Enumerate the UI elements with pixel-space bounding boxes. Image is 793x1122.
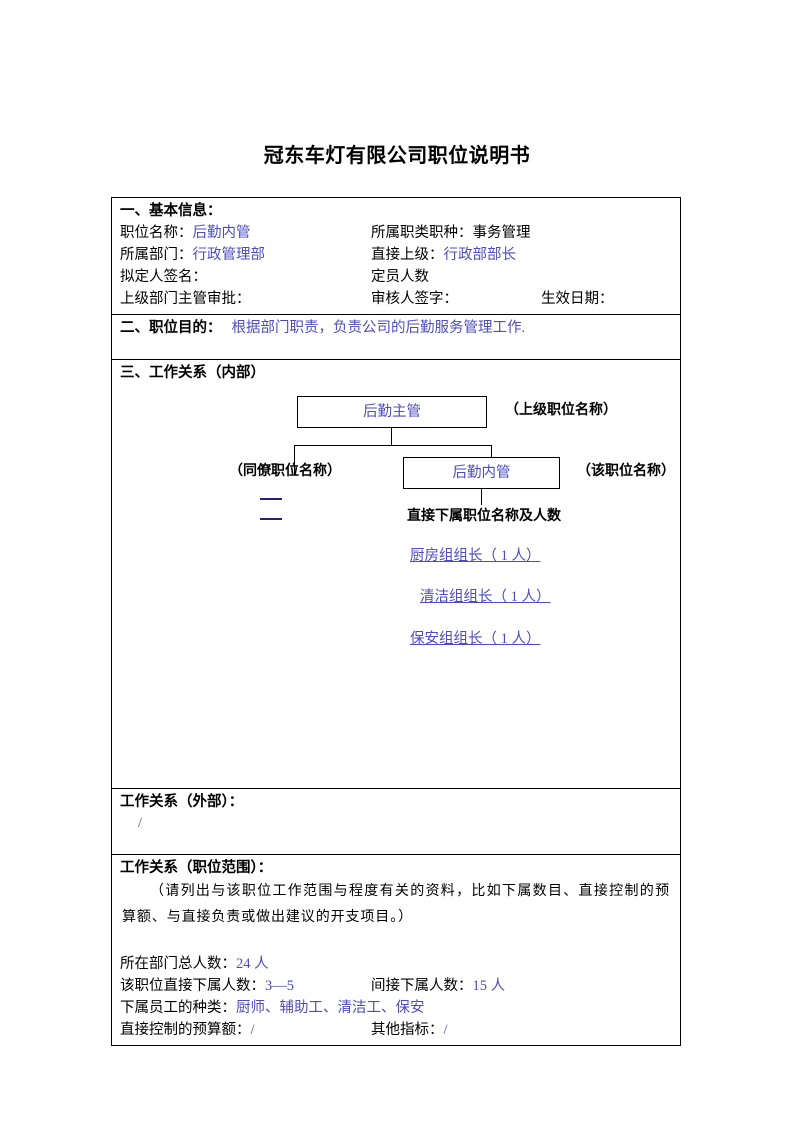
section-purpose-heading: 二、职位目的： xyxy=(120,320,222,336)
basic-info-row: 拟定人签名： 定员人数 xyxy=(120,266,672,288)
basic-cell-right xyxy=(541,222,672,244)
label-drafter-signature: 拟定人签名： xyxy=(120,269,207,285)
basic-cell-left: 上级部门主管审批： xyxy=(120,288,371,310)
section-internal-heading: 三、工作关系（内部） xyxy=(120,365,265,381)
purpose-spacer xyxy=(120,339,672,355)
section-scope-heading: 工作关系（职位范围）： xyxy=(120,860,273,876)
org-peer-placeholder-dash-1 xyxy=(260,498,282,500)
section-basic-info: 一、基本信息： 职位名称：后勤内管 所属职类职种：事务管理 所属部门：行政管理部… xyxy=(112,198,680,315)
label-controlled-budget: 直接控制的预算额： xyxy=(120,1022,251,1038)
external-spacer xyxy=(120,834,672,850)
scope-cell-right xyxy=(371,997,672,1019)
value-job-category: 事务管理 xyxy=(472,225,531,241)
value-controlled-budget: / xyxy=(250,1022,255,1038)
label-indirect-subordinates: 间接下属人数： xyxy=(371,978,473,994)
scope-row: 所在部门总人数：24 人 xyxy=(120,953,672,975)
page-title: 冠东车灯有限公司职位说明书 xyxy=(263,143,531,167)
scope-cell-right xyxy=(371,953,672,975)
section-work-relations-external: 工作关系（外部）： / xyxy=(112,789,680,855)
label-effective-date: 生效日期： xyxy=(541,291,614,307)
org-label-self: （该职位名称） xyxy=(577,463,675,479)
basic-cell-mid: 直接上级：行政部部长 xyxy=(371,244,541,266)
section-position-scope: 工作关系（职位范围）： （请列出与该职位工作范围与程度有关的资料，比如下属数目、… xyxy=(112,855,680,1045)
basic-info-row: 职位名称：后勤内管 所属职类职种：事务管理 xyxy=(120,222,672,244)
org-connector-vertical-peer xyxy=(294,445,296,475)
label-headcount: 定员人数 xyxy=(371,269,429,285)
org-subordinate-item: 清洁组组长（ 1 人） xyxy=(420,589,551,605)
value-direct-subordinates: 3—5 xyxy=(265,978,294,994)
scope-cell-left: 该职位直接下属人数：3—5 xyxy=(120,975,371,997)
basic-cell-right xyxy=(541,244,672,266)
section-position-purpose: 二、职位目的： 根据部门职责，负责公司的后勤服务管理工作. xyxy=(112,315,680,360)
org-subordinate-item: 厨房组组长（ 1 人） xyxy=(410,548,541,564)
label-department: 所属部门： xyxy=(120,247,193,263)
value-other-metrics: / xyxy=(443,1022,448,1038)
scope-row: 下属员工的种类：厨师、辅助工、清洁工、保安 xyxy=(120,997,672,1019)
job-description-table: 一、基本信息： 职位名称：后勤内管 所属职类职种：事务管理 所属部门：行政管理部… xyxy=(111,197,681,1046)
scope-cell-left: 直接控制的预算额：/ xyxy=(120,1019,371,1041)
scope-cell-right: 其他指标：/ xyxy=(371,1019,672,1041)
label-other-metrics: 其他指标： xyxy=(371,1022,444,1038)
value-direct-superior: 行政部部长 xyxy=(443,247,517,263)
scope-spacer xyxy=(120,931,672,953)
document-page: 冠东车灯有限公司职位说明书 一、基本信息： 职位名称：后勤内管 所属职类职种：事… xyxy=(0,0,793,1122)
basic-cell-left: 职位名称：后勤内管 xyxy=(120,222,371,244)
basic-cell-mid: 审核人签字： xyxy=(371,288,541,310)
org-box-superior: 后勤主管 xyxy=(297,396,487,428)
label-direct-subordinates: 该职位直接下属人数： xyxy=(120,978,265,994)
org-label-peer: （同僚职位名称） xyxy=(229,463,341,479)
basic-cell-left: 所属部门：行政管理部 xyxy=(120,244,371,266)
value-job-title: 后勤内管 xyxy=(192,225,251,241)
org-connector-vertical-top xyxy=(391,428,393,446)
section-purpose-value: 根据部门职责，负责公司的后勤服务管理工作. xyxy=(231,320,526,336)
basic-cell-left: 拟定人签名： xyxy=(120,266,371,288)
value-dept-total-headcount: 24 人 xyxy=(236,956,269,972)
label-subordinate-types: 下属员工的种类： xyxy=(120,1000,236,1016)
basic-cell-mid: 定员人数 xyxy=(371,266,541,288)
section-basic-heading: 一、基本信息： xyxy=(120,203,222,219)
label-direct-superior: 直接上级： xyxy=(371,247,444,263)
org-label-superior: （上级职位名称） xyxy=(505,402,617,418)
section-external-value: / xyxy=(138,815,143,831)
basic-cell-right xyxy=(541,266,672,288)
scope-cell-right: 间接下属人数：15 人 xyxy=(371,975,672,997)
basic-info-row: 所属部门：行政管理部 直接上级：行政部部长 xyxy=(120,244,672,266)
org-connector-vertical-subordinates xyxy=(481,489,483,505)
section-purpose-heading-row: 二、职位目的： 根据部门职责，负责公司的后勤服务管理工作. xyxy=(120,318,672,339)
org-subordinate-item: 保安组组长（ 1 人） xyxy=(410,631,541,647)
basic-info-row: 上级部门主管审批： 审核人签字： 生效日期： xyxy=(120,288,672,310)
section-scope-note: （请列出与该职位工作范围与程度有关的资料，比如下属数目、直接控制的预算额、与直接… xyxy=(122,884,670,925)
scope-cell-left: 所在部门总人数：24 人 xyxy=(120,953,371,975)
org-connector-horizontal-bus xyxy=(294,445,492,447)
value-indirect-subordinates: 15 人 xyxy=(472,978,506,994)
label-job-title: 职位名称： xyxy=(120,225,193,241)
org-peer-placeholder-dash-2 xyxy=(260,518,282,520)
section-external-heading: 工作关系（外部）： xyxy=(120,794,244,810)
scope-row: 该职位直接下属人数：3—5 间接下属人数：15 人 xyxy=(120,975,672,997)
section-work-relations-internal: 三、工作关系（内部） 后勤主管 （上级职位名称） （同僚职位名称） 后勤内管 （… xyxy=(112,360,680,789)
label-dept-total-headcount: 所在部门总人数： xyxy=(120,956,236,972)
basic-cell-right: 生效日期： xyxy=(541,288,672,310)
label-superior-approval: 上级部门主管审批： xyxy=(120,291,251,307)
value-department: 行政管理部 xyxy=(192,247,266,263)
scope-row: 直接控制的预算额：/ 其他指标：/ xyxy=(120,1019,672,1041)
org-chart: 后勤主管 （上级职位名称） （同僚职位名称） 后勤内管 （该职位名称） 直接下属… xyxy=(120,384,675,784)
org-connector-vertical-self xyxy=(491,445,493,457)
basic-cell-mid: 所属职类职种：事务管理 xyxy=(371,222,541,244)
scope-cell-left: 下属员工的种类：厨师、辅助工、清洁工、保安 xyxy=(120,997,425,1019)
org-box-self: 后勤内管 xyxy=(403,457,560,489)
label-job-category: 所属职类职种： xyxy=(371,225,473,241)
label-reviewer-signature: 审核人签字： xyxy=(371,291,458,307)
org-subordinates-heading: 直接下属职位名称及人数 xyxy=(407,508,561,524)
